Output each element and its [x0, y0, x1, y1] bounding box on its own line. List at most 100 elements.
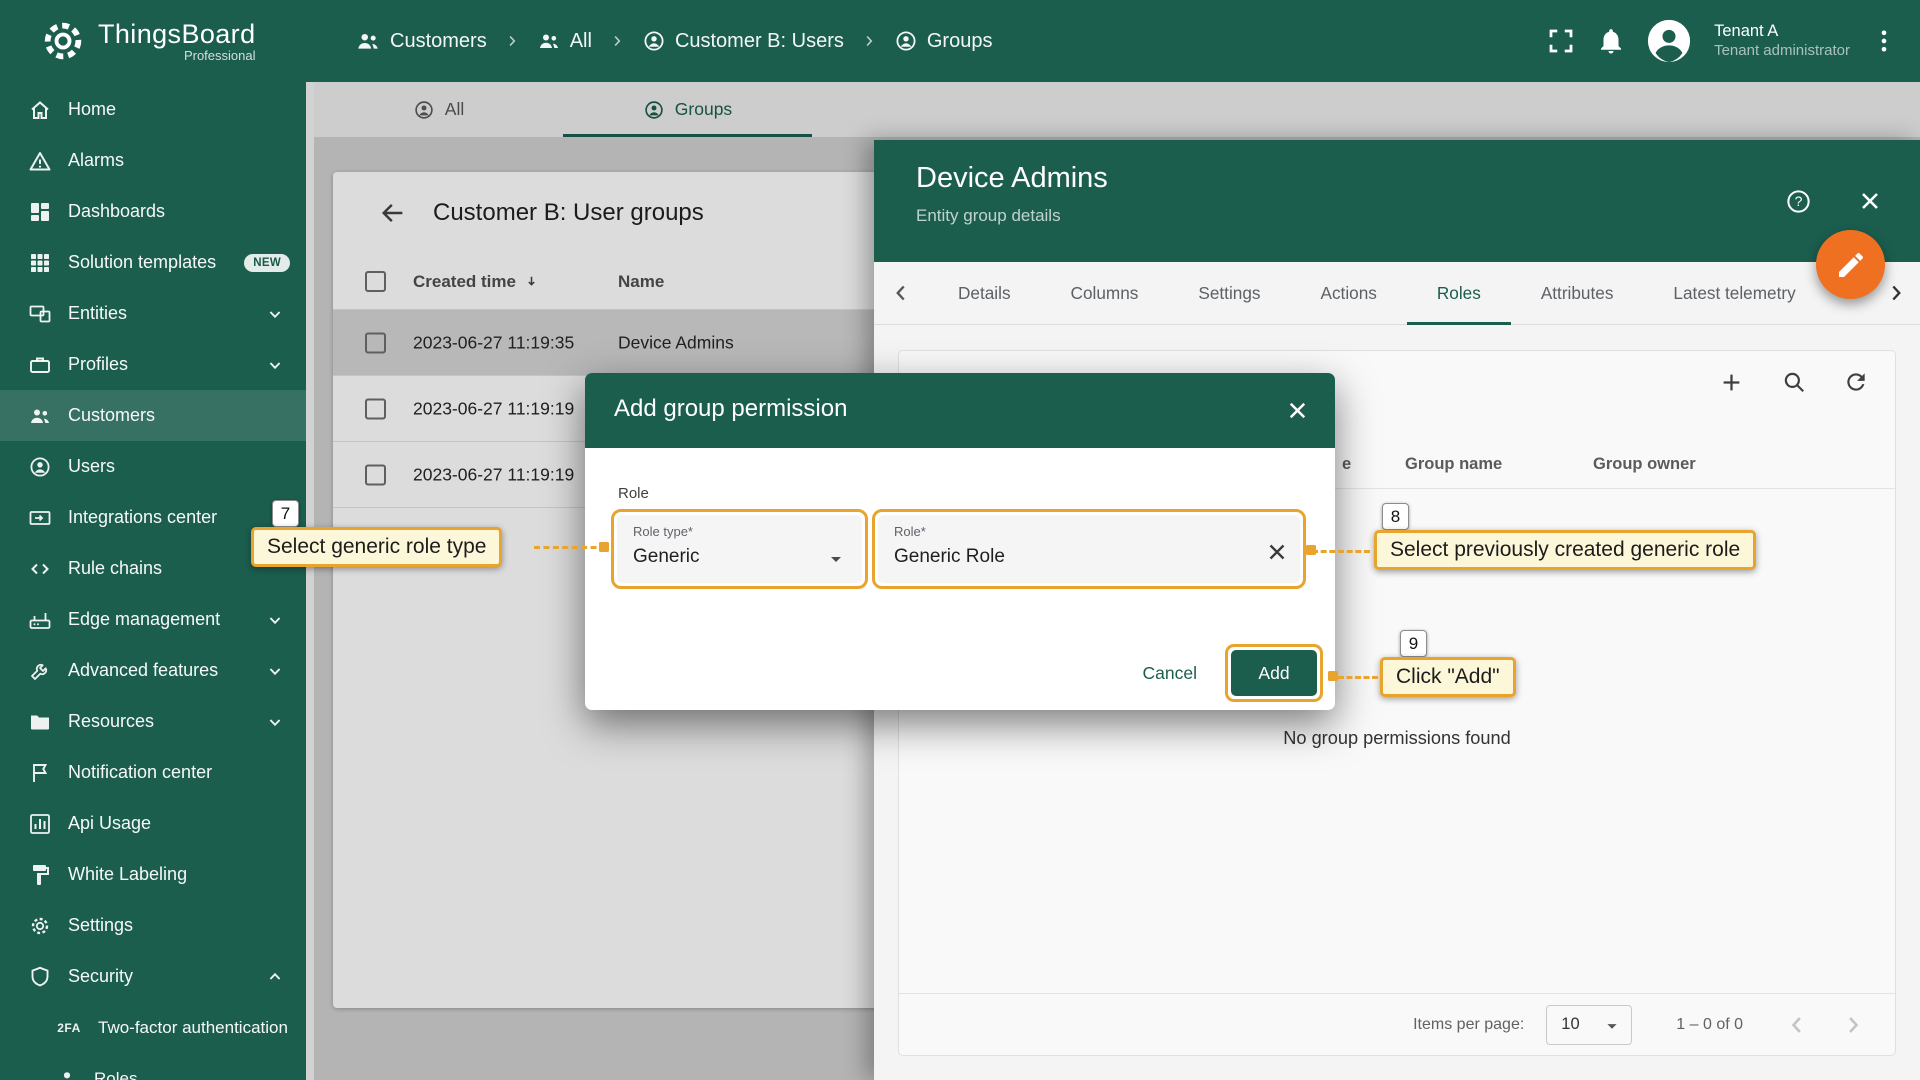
tab-settings[interactable]: Settings [1168, 262, 1290, 325]
tab-details[interactable]: Details [928, 262, 1041, 325]
sidebar-item-security[interactable]: Security [0, 951, 306, 1002]
paint-icon [28, 863, 52, 887]
sidebar-item-home[interactable]: Home [0, 84, 306, 135]
new-badge: NEW [244, 254, 290, 272]
step-badge-9: 9 [1400, 630, 1427, 657]
sidebar-item-resources[interactable]: Resources [0, 696, 306, 747]
customers-icon [28, 404, 52, 428]
sidebar-item-notification-center[interactable]: Notification center [0, 747, 306, 798]
sidebar-item-customers[interactable]: Customers [0, 390, 306, 441]
role-section-label: Role [618, 485, 649, 502]
person-icon [56, 1068, 78, 1080]
annotation-highlight-add: Add [1225, 644, 1323, 702]
user-circle-icon [894, 29, 918, 53]
fullscreen-button[interactable] [1546, 26, 1576, 56]
column-header-group-name[interactable]: Group name [1405, 455, 1502, 474]
help-icon [1785, 188, 1812, 215]
sidebar-item-solution-templates[interactable]: Solution templates NEW [0, 237, 306, 288]
breadcrumb-label: Customer B: Users [675, 30, 844, 53]
sidebar-item-label: Two-factor authentication [98, 1018, 288, 1038]
sidebar-item-label: Users [68, 456, 115, 477]
alarm-icon [28, 149, 52, 173]
tab-latest-telemetry[interactable]: Latest telemetry [1643, 262, 1825, 325]
add-button[interactable]: Add [1231, 650, 1317, 696]
caret-down-icon [1601, 1015, 1623, 1037]
chevron-down-icon [264, 609, 286, 631]
dialog-header: Add group permission [585, 373, 1335, 448]
sidebar-item-advanced-features[interactable]: Advanced features [0, 645, 306, 696]
chart-icon [28, 812, 52, 836]
breadcrumb-customer-b-users[interactable]: Customer B: Users [642, 29, 844, 53]
dialog-close-button[interactable] [1284, 397, 1311, 424]
search-icon [1781, 369, 1807, 395]
column-header-group-owner[interactable]: Group owner [1593, 455, 1696, 474]
close-icon [1264, 539, 1290, 565]
plus-icon [1718, 369, 1745, 396]
edit-fab-button[interactable] [1816, 230, 1885, 299]
sidebar-item-alarms[interactable]: Alarms [0, 135, 306, 186]
refresh-button[interactable] [1843, 369, 1869, 396]
sidebar-item-label: Dashboards [68, 201, 165, 222]
sidebar-item-entities[interactable]: Entities [0, 288, 306, 339]
role-select[interactable]: Role* Generic Role [878, 515, 1300, 583]
sidebar-item-label: Resources [68, 711, 154, 732]
annotation-callout-9: Click "Add" [1380, 657, 1516, 697]
sidebar-item-edge-management[interactable]: Edge management [0, 594, 306, 645]
sidebar-item-profiles[interactable]: Profiles [0, 339, 306, 390]
chevron-up-icon [264, 966, 286, 988]
chevron-down-icon [264, 303, 286, 325]
sidebar-item-dashboards[interactable]: Dashboards [0, 186, 306, 237]
annotation-connector-8 [1312, 550, 1370, 553]
sidebar-item-roles[interactable]: Roles [0, 1053, 306, 1080]
breadcrumb-separator-icon [608, 32, 626, 50]
user-avatar[interactable] [1646, 18, 1692, 64]
sidebar-item-api-usage[interactable]: Api Usage [0, 798, 306, 849]
user-circle-icon [28, 455, 52, 479]
sidebar-item-label: Home [68, 99, 116, 120]
dialog-actions: Cancel Add [1143, 644, 1323, 702]
items-per-page-select[interactable]: 10 [1546, 1005, 1632, 1045]
tab-columns[interactable]: Columns [1041, 262, 1169, 325]
sidebar-item-settings[interactable]: Settings [0, 900, 306, 951]
tab-actions[interactable]: Actions [1290, 262, 1406, 325]
partial-column-header: e [1342, 455, 1351, 474]
breadcrumb-groups[interactable]: Groups [894, 29, 993, 53]
chevron-down-icon [264, 354, 286, 376]
customers-icon [355, 28, 381, 54]
wrench-icon [28, 659, 52, 683]
notifications-button[interactable] [1596, 26, 1626, 56]
clear-field-button[interactable] [1264, 539, 1290, 565]
add-permission-button[interactable] [1718, 369, 1745, 396]
devices-icon [28, 302, 52, 326]
tab-attributes[interactable]: Attributes [1511, 262, 1644, 325]
breadcrumb-label: Customers [390, 30, 487, 53]
caret-down-icon[interactable] [824, 547, 848, 571]
header-actions: Tenant A Tenant administrator [1546, 0, 1898, 82]
next-page-button[interactable] [1839, 1011, 1867, 1039]
breadcrumb-all[interactable]: All [537, 29, 592, 53]
annotation-anchor-9 [1328, 671, 1338, 681]
sidebar-item-users[interactable]: Users [0, 441, 306, 492]
sidebar-item-label: Solution templates [68, 252, 216, 273]
role-type-select[interactable]: Role type* Generic [617, 515, 862, 583]
breadcrumb-customers[interactable]: Customers [355, 28, 487, 54]
annotation-anchor-8 [1306, 545, 1316, 555]
chevron-right-icon [1883, 280, 1909, 306]
app-edition: Professional [98, 48, 256, 63]
router-icon [28, 608, 52, 632]
help-button[interactable] [1785, 188, 1812, 215]
tab-roles[interactable]: Roles [1407, 262, 1511, 325]
sidebar-item-label: Settings [68, 915, 133, 936]
more-menu-button[interactable] [1870, 27, 1898, 55]
sidebar-item-two-factor-auth[interactable]: 2FATwo-factor authentication [0, 1002, 306, 1053]
annotation-highlight-role: Role* Generic Role [872, 509, 1306, 589]
search-button[interactable] [1781, 369, 1807, 396]
previous-page-button[interactable] [1783, 1011, 1811, 1039]
tabs-scroll-left-button[interactable] [888, 280, 914, 306]
cancel-button[interactable]: Cancel [1143, 663, 1197, 684]
gear-icon [28, 914, 52, 938]
annotation-anchor-7 [599, 542, 609, 552]
sidebar-item-white-labeling[interactable]: White Labeling [0, 849, 306, 900]
drawer-close-button[interactable] [1856, 187, 1884, 215]
breadcrumb-label: Groups [927, 30, 993, 53]
